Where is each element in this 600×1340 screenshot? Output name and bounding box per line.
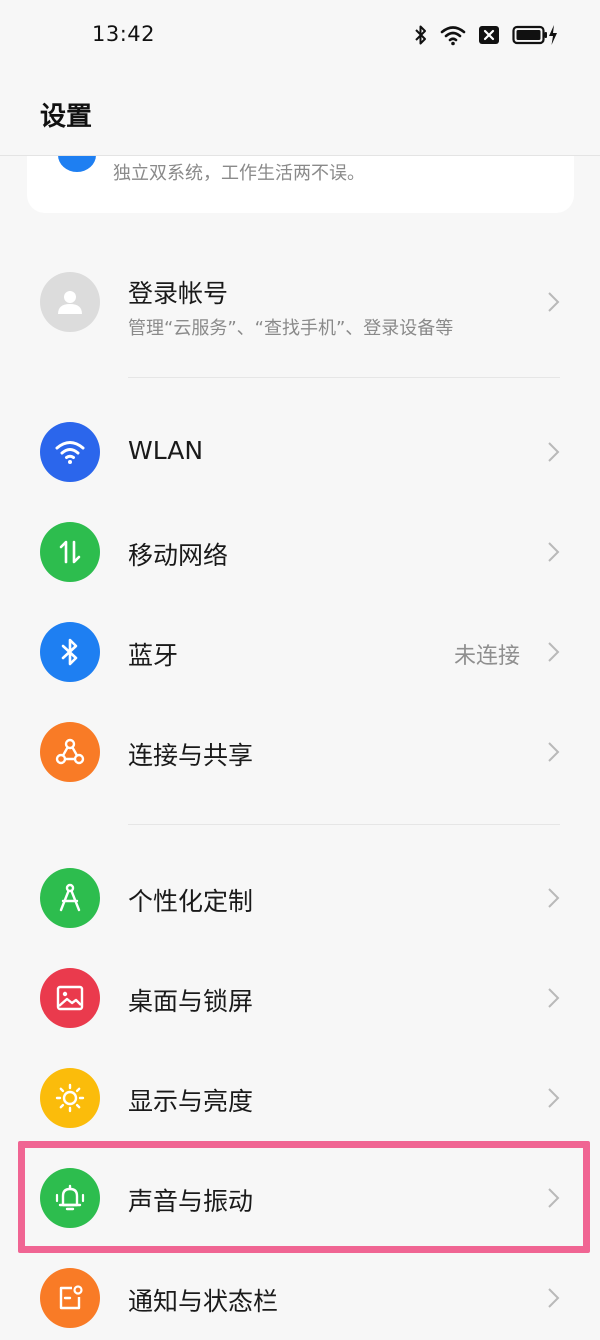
chevron-right-icon bbox=[548, 542, 560, 562]
settings-item-label: 连接与共享 bbox=[128, 741, 254, 770]
chevron-right-icon bbox=[548, 888, 560, 908]
settings-item-label: 通知与状态栏 bbox=[128, 1287, 279, 1316]
highlight-box bbox=[18, 1141, 590, 1253]
share-icon bbox=[40, 722, 100, 782]
bluetooth-status-icon bbox=[414, 24, 428, 46]
chevron-right-icon bbox=[548, 988, 560, 1008]
mobile-data-icon bbox=[40, 522, 100, 582]
chevron-right-icon bbox=[548, 292, 560, 312]
settings-item-label: 显示与亮度 bbox=[128, 1087, 254, 1116]
no-sim-icon bbox=[478, 25, 500, 45]
settings-item-label: 移动网络 bbox=[128, 541, 229, 570]
person-icon bbox=[58, 291, 82, 314]
settings-item-mobile-network[interactable]: 移动网络 bbox=[0, 502, 600, 602]
sun-icon bbox=[40, 1068, 100, 1128]
compass-icon bbox=[40, 868, 100, 928]
account-row[interactable]: 登录帐号 管理“云服务”、“查找手机”、登录设备等 bbox=[0, 252, 600, 352]
wifi-status-icon bbox=[440, 24, 466, 46]
settings-item-label: 个性化定制 bbox=[128, 887, 254, 916]
settings-item-label: 蓝牙 bbox=[128, 641, 179, 670]
chevron-right-icon bbox=[548, 742, 560, 762]
settings-item-wlan[interactable]: WLAN bbox=[0, 402, 600, 502]
settings-item-home-lock-screen[interactable]: 桌面与锁屏 bbox=[0, 948, 600, 1048]
section-divider bbox=[128, 824, 560, 825]
bluetooth-status: 未连接 bbox=[453, 644, 520, 669]
account-label: 登录帐号 bbox=[128, 279, 229, 308]
chevron-right-icon bbox=[548, 1288, 560, 1308]
status-bar: 13:42 bbox=[0, 0, 600, 70]
status-time: 13:42 bbox=[92, 22, 156, 46]
settings-item-bluetooth[interactable]: 蓝牙 未连接 bbox=[0, 602, 600, 702]
page-title: 设置 bbox=[40, 102, 93, 132]
bluetooth-icon bbox=[40, 622, 100, 682]
header-divider bbox=[0, 155, 600, 156]
chevron-right-icon bbox=[548, 442, 560, 462]
settings-item-display-brightness[interactable]: 显示与亮度 bbox=[0, 1048, 600, 1148]
account-subtitle: 管理“云服务”、“查找手机”、登录设备等 bbox=[128, 318, 454, 339]
section-divider bbox=[128, 377, 560, 378]
settings-screen: 13:42 独立双系统，工作生活两不误。 设置 登录帐号 管理“云服务”、“查找… bbox=[0, 0, 600, 1340]
settings-item-personalization[interactable]: 个性化定制 bbox=[0, 848, 600, 948]
avatar bbox=[40, 272, 100, 332]
wifi-icon bbox=[40, 422, 100, 482]
image-icon bbox=[40, 968, 100, 1028]
chevron-right-icon bbox=[548, 1088, 560, 1108]
dual-system-description: 独立双系统，工作生活两不误。 bbox=[113, 163, 365, 184]
settings-item-label: 桌面与锁屏 bbox=[128, 987, 254, 1016]
notification-icon bbox=[40, 1268, 100, 1328]
settings-item-label: WLAN bbox=[128, 436, 204, 465]
battery-charging-icon bbox=[512, 24, 558, 46]
header: 设置 bbox=[0, 70, 600, 156]
settings-item-connection-sharing[interactable]: 连接与共享 bbox=[0, 702, 600, 802]
settings-item-notifications-status-bar[interactable]: 通知与状态栏 bbox=[0, 1248, 600, 1340]
status-icons bbox=[414, 22, 558, 48]
chevron-right-icon bbox=[548, 642, 560, 662]
